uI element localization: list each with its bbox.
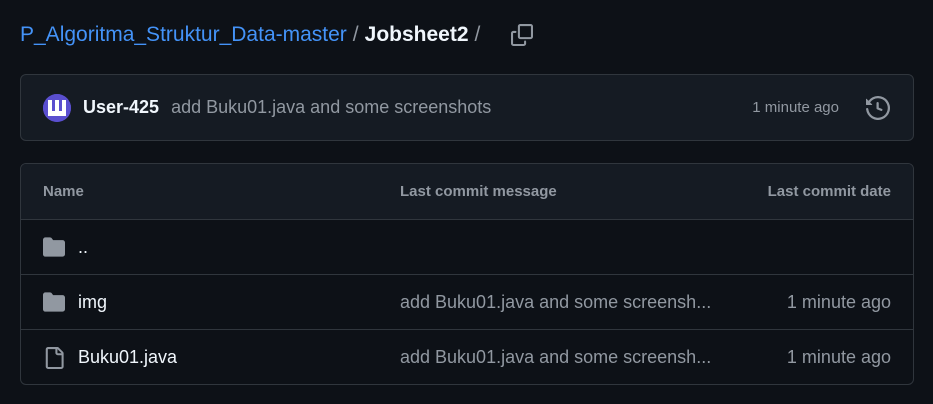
breadcrumb-repo-link[interactable]: P_Algoritma_Struktur_Data-master: [20, 23, 347, 47]
table-row[interactable]: Buku01.java add Buku01.java and some scr…: [21, 330, 913, 384]
commit-time: 1 minute ago: [752, 99, 839, 116]
header-name: Name: [43, 183, 84, 200]
latest-commit-box: User-425 add Buku01.java and some screen…: [20, 74, 914, 141]
table-row-commit-message[interactable]: add Buku01.java and some screensh...: [400, 347, 711, 368]
avatar[interactable]: [43, 93, 71, 122]
breadcrumb-current: Jobsheet2: [364, 23, 469, 46]
breadcrumb-separator: /: [352, 23, 359, 46]
table-row-commit-message[interactable]: add Buku01.java and some screensh...: [400, 292, 711, 313]
history-button[interactable]: [865, 95, 891, 121]
avatar-identicon-icon: [43, 93, 71, 122]
file-table-header: Name Last commit message Last commit dat…: [21, 164, 913, 220]
copy-icon: [511, 24, 534, 46]
table-row-commit-date: 1 minute ago: [786, 291, 891, 312]
file-table: Name Last commit message Last commit dat…: [20, 163, 914, 385]
header-last-commit-date: Last commit date: [767, 183, 891, 200]
table-row[interactable]: img add Buku01.java and some screensh...…: [21, 275, 913, 330]
header-last-commit-message: Last commit message: [400, 183, 557, 200]
table-row-name[interactable]: img: [78, 292, 107, 313]
folder-icon: [43, 237, 65, 257]
folder-icon: [43, 292, 65, 312]
history-icon: [866, 95, 890, 120]
table-row-commit-date: 1 minute ago: [786, 347, 891, 367]
breadcrumb-trailing-separator: /: [474, 23, 481, 46]
table-row-parent-dir[interactable]: ..: [21, 220, 913, 275]
commit-author[interactable]: User-425: [83, 97, 159, 118]
table-row-name[interactable]: Buku01.java: [78, 347, 177, 368]
commit-message[interactable]: add Buku01.java and some screenshots: [171, 97, 491, 118]
file-icon: [45, 346, 64, 369]
table-row-name[interactable]: ..: [78, 237, 88, 258]
copy-path-button[interactable]: [510, 23, 534, 47]
breadcrumb: P_Algoritma_Struktur_Data-master / Jobsh…: [20, 20, 534, 50]
